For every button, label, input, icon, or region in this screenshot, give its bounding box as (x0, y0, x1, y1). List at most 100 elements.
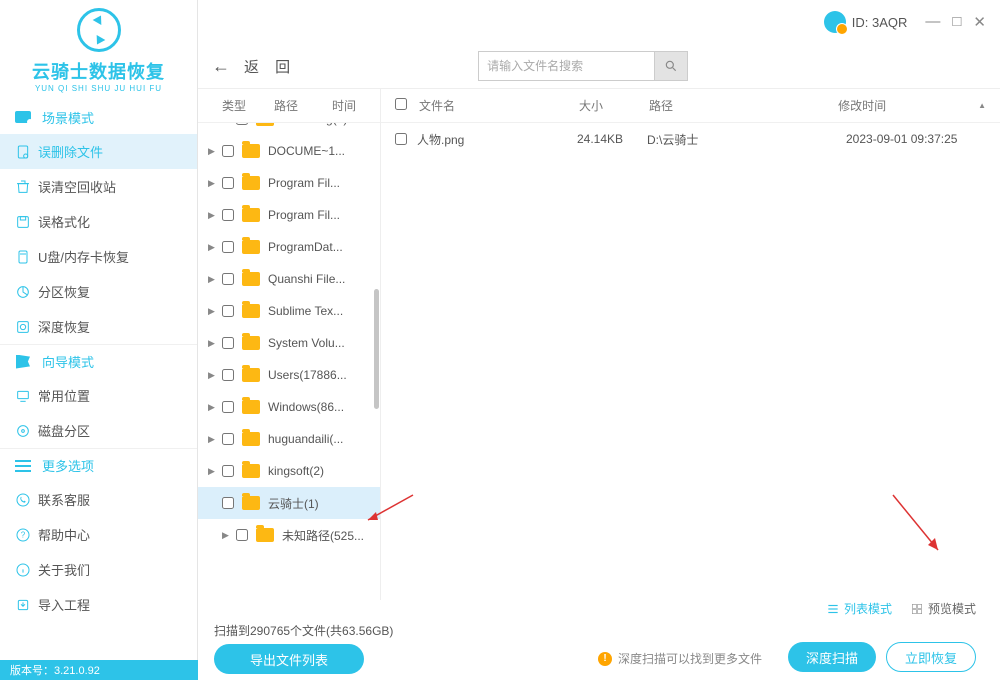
nav-help[interactable]: ?帮助中心 (0, 517, 197, 552)
tree-checkbox[interactable] (222, 369, 234, 381)
view-mode-preview[interactable]: 预览模式 (910, 600, 976, 617)
tree-col-path[interactable]: 路径 (274, 97, 332, 114)
minimize-button[interactable]: — (925, 13, 940, 31)
search-button[interactable] (654, 51, 688, 81)
expand-icon[interactable]: ▶ (208, 274, 218, 285)
expand-icon[interactable]: ▶ (208, 402, 218, 413)
col-filename[interactable]: 文件名 (419, 97, 579, 114)
nav-contact[interactable]: 联系客服 (0, 482, 197, 517)
tree-label: Program Fil... (268, 176, 340, 190)
file-path: D:\云骑士 (647, 131, 846, 148)
folder-icon (242, 400, 260, 414)
tree-row[interactable]: ▶未知路径(525... (198, 519, 380, 551)
tree-row[interactable]: ▶ClientLog(1) (198, 123, 380, 135)
version-bar: 版本号：3.21.0.92 (0, 660, 198, 680)
nav-about[interactable]: 关于我们 (0, 552, 197, 587)
nav-format[interactable]: 误格式化 (0, 204, 197, 239)
expand-icon[interactable]: ▶ (208, 466, 218, 477)
back-button[interactable]: ← 返 回 (212, 56, 296, 77)
tree-checkbox[interactable] (222, 465, 234, 477)
deep-scan-button[interactable]: 深度扫描 (788, 642, 876, 672)
select-all-checkbox[interactable] (395, 98, 407, 110)
trash-icon (14, 178, 32, 196)
sort-asc-icon[interactable]: ▲ (978, 101, 986, 110)
tree-checkbox[interactable] (222, 145, 234, 157)
nav-deep[interactable]: 深度恢复 (0, 309, 197, 344)
expand-icon[interactable]: ▶ (208, 434, 218, 445)
tree-row[interactable]: ▶ Program Fil... (198, 199, 380, 231)
tree-checkbox[interactable] (236, 123, 248, 125)
tree-label: Users(17886... (268, 368, 347, 382)
tree-row[interactable]: ▶System Volu... (198, 327, 380, 359)
col-time[interactable]: 修改时间 (838, 97, 978, 114)
tree-row[interactable]: ▶Quanshi File... (198, 263, 380, 295)
expand-icon[interactable]: ▶ (208, 338, 218, 349)
tree-checkbox[interactable] (222, 273, 234, 285)
tree-checkbox[interactable] (222, 433, 234, 445)
nav-partition[interactable]: 分区恢复 (0, 274, 197, 309)
tree-row[interactable]: ▶huguandaili(... (198, 423, 380, 455)
nav-import[interactable]: 导入工程 (0, 587, 197, 622)
expand-icon[interactable]: ▶ (222, 530, 232, 541)
nav-recycle-bin[interactable]: 误清空回收站 (0, 169, 197, 204)
tree-checkbox[interactable] (222, 241, 234, 253)
tree-row[interactable]: ▶ Users(17886... (198, 359, 380, 391)
tree-row[interactable]: ▶ProgramDat... (198, 231, 380, 263)
nav-disk-partition[interactable]: 磁盘分区 (0, 413, 197, 448)
tree-row[interactable]: ▶ kingsoft(2) (198, 455, 380, 487)
nav-common-location[interactable]: 常用位置 (0, 378, 197, 413)
maximize-button[interactable]: □ (952, 13, 961, 31)
tree-label: Program Fil... (268, 208, 340, 222)
expand-icon[interactable]: ▶ (208, 370, 218, 381)
tree-checkbox[interactable] (222, 401, 234, 413)
tree-label: Sublime Tex... (268, 304, 343, 318)
expand-icon[interactable]: ▶ (208, 146, 218, 157)
nav-deleted-files[interactable]: 误删除文件 (0, 134, 197, 169)
tree-col-type[interactable]: 类型 (222, 97, 274, 114)
close-button[interactable]: ✕ (973, 13, 986, 31)
tree-row[interactable]: ▶ Sublime Tex... (198, 295, 380, 327)
tree-row[interactable]: ▶DOCUME~1... (198, 135, 380, 167)
folder-icon (242, 464, 260, 478)
tree-body[interactable]: ▶ClientLog(1)▶DOCUME~1...▶Program Fil...… (198, 123, 380, 600)
tree-row[interactable]: ▶云骑士(1) (198, 487, 380, 519)
tree-col-time[interactable]: 时间 (332, 97, 356, 114)
user-avatar-icon[interactable] (824, 11, 846, 33)
search-icon (664, 59, 678, 73)
tree-checkbox[interactable] (222, 305, 234, 317)
tree-checkbox[interactable] (222, 177, 234, 189)
deep-scan-tip: ! 深度扫描可以找到更多文件 (598, 650, 762, 667)
tree-checkbox[interactable] (222, 337, 234, 349)
tree-checkbox[interactable] (236, 529, 248, 541)
file-row[interactable]: 人物.png24.14KBD:\云骑士2023-09-01 09:37:25 (381, 123, 1000, 155)
logo-subtitle: YUN QI SHI SHU JU HUI FU (35, 84, 162, 93)
logo-title: 云骑士数据恢复 (32, 58, 165, 84)
file-name: 人物.png (417, 131, 577, 148)
file-checkbox[interactable] (395, 133, 407, 145)
tree-row[interactable]: ▶Windows(86... (198, 391, 380, 423)
disk-icon (14, 422, 32, 440)
titlebar: ID: 3AQR — □ ✕ (198, 0, 1000, 44)
expand-icon[interactable]: ▶ (208, 242, 218, 253)
expand-icon[interactable]: ▶ (208, 210, 218, 221)
export-list-button[interactable]: 导出文件列表 (214, 644, 364, 674)
search-input[interactable] (478, 51, 654, 81)
tree-checkbox[interactable] (222, 497, 234, 509)
tree-scrollbar-thumb[interactable] (374, 289, 379, 409)
recover-button[interactable]: 立即恢复 (886, 642, 976, 672)
expand-icon[interactable]: ▶ (208, 306, 218, 317)
view-mode-list[interactable]: 列表模式 (826, 600, 892, 617)
nav-usb[interactable]: U盘/内存卡恢复 (0, 239, 197, 274)
tree-label: 云骑士(1) (268, 495, 319, 512)
col-path[interactable]: 路径 (649, 97, 838, 114)
file-delete-icon (14, 143, 32, 161)
col-size[interactable]: 大小 (579, 97, 649, 114)
tree-label: kingsoft(2) (268, 464, 324, 478)
folder-icon (242, 368, 260, 382)
svg-text:?: ? (21, 530, 26, 539)
expand-icon[interactable]: ▶ (208, 178, 218, 189)
tree-row[interactable]: ▶ Program Fil... (198, 167, 380, 199)
scan-summary: 扫描到290765个文件(共63.56GB) (214, 622, 393, 639)
tree-checkbox[interactable] (222, 209, 234, 221)
file-size: 24.14KB (577, 132, 647, 146)
